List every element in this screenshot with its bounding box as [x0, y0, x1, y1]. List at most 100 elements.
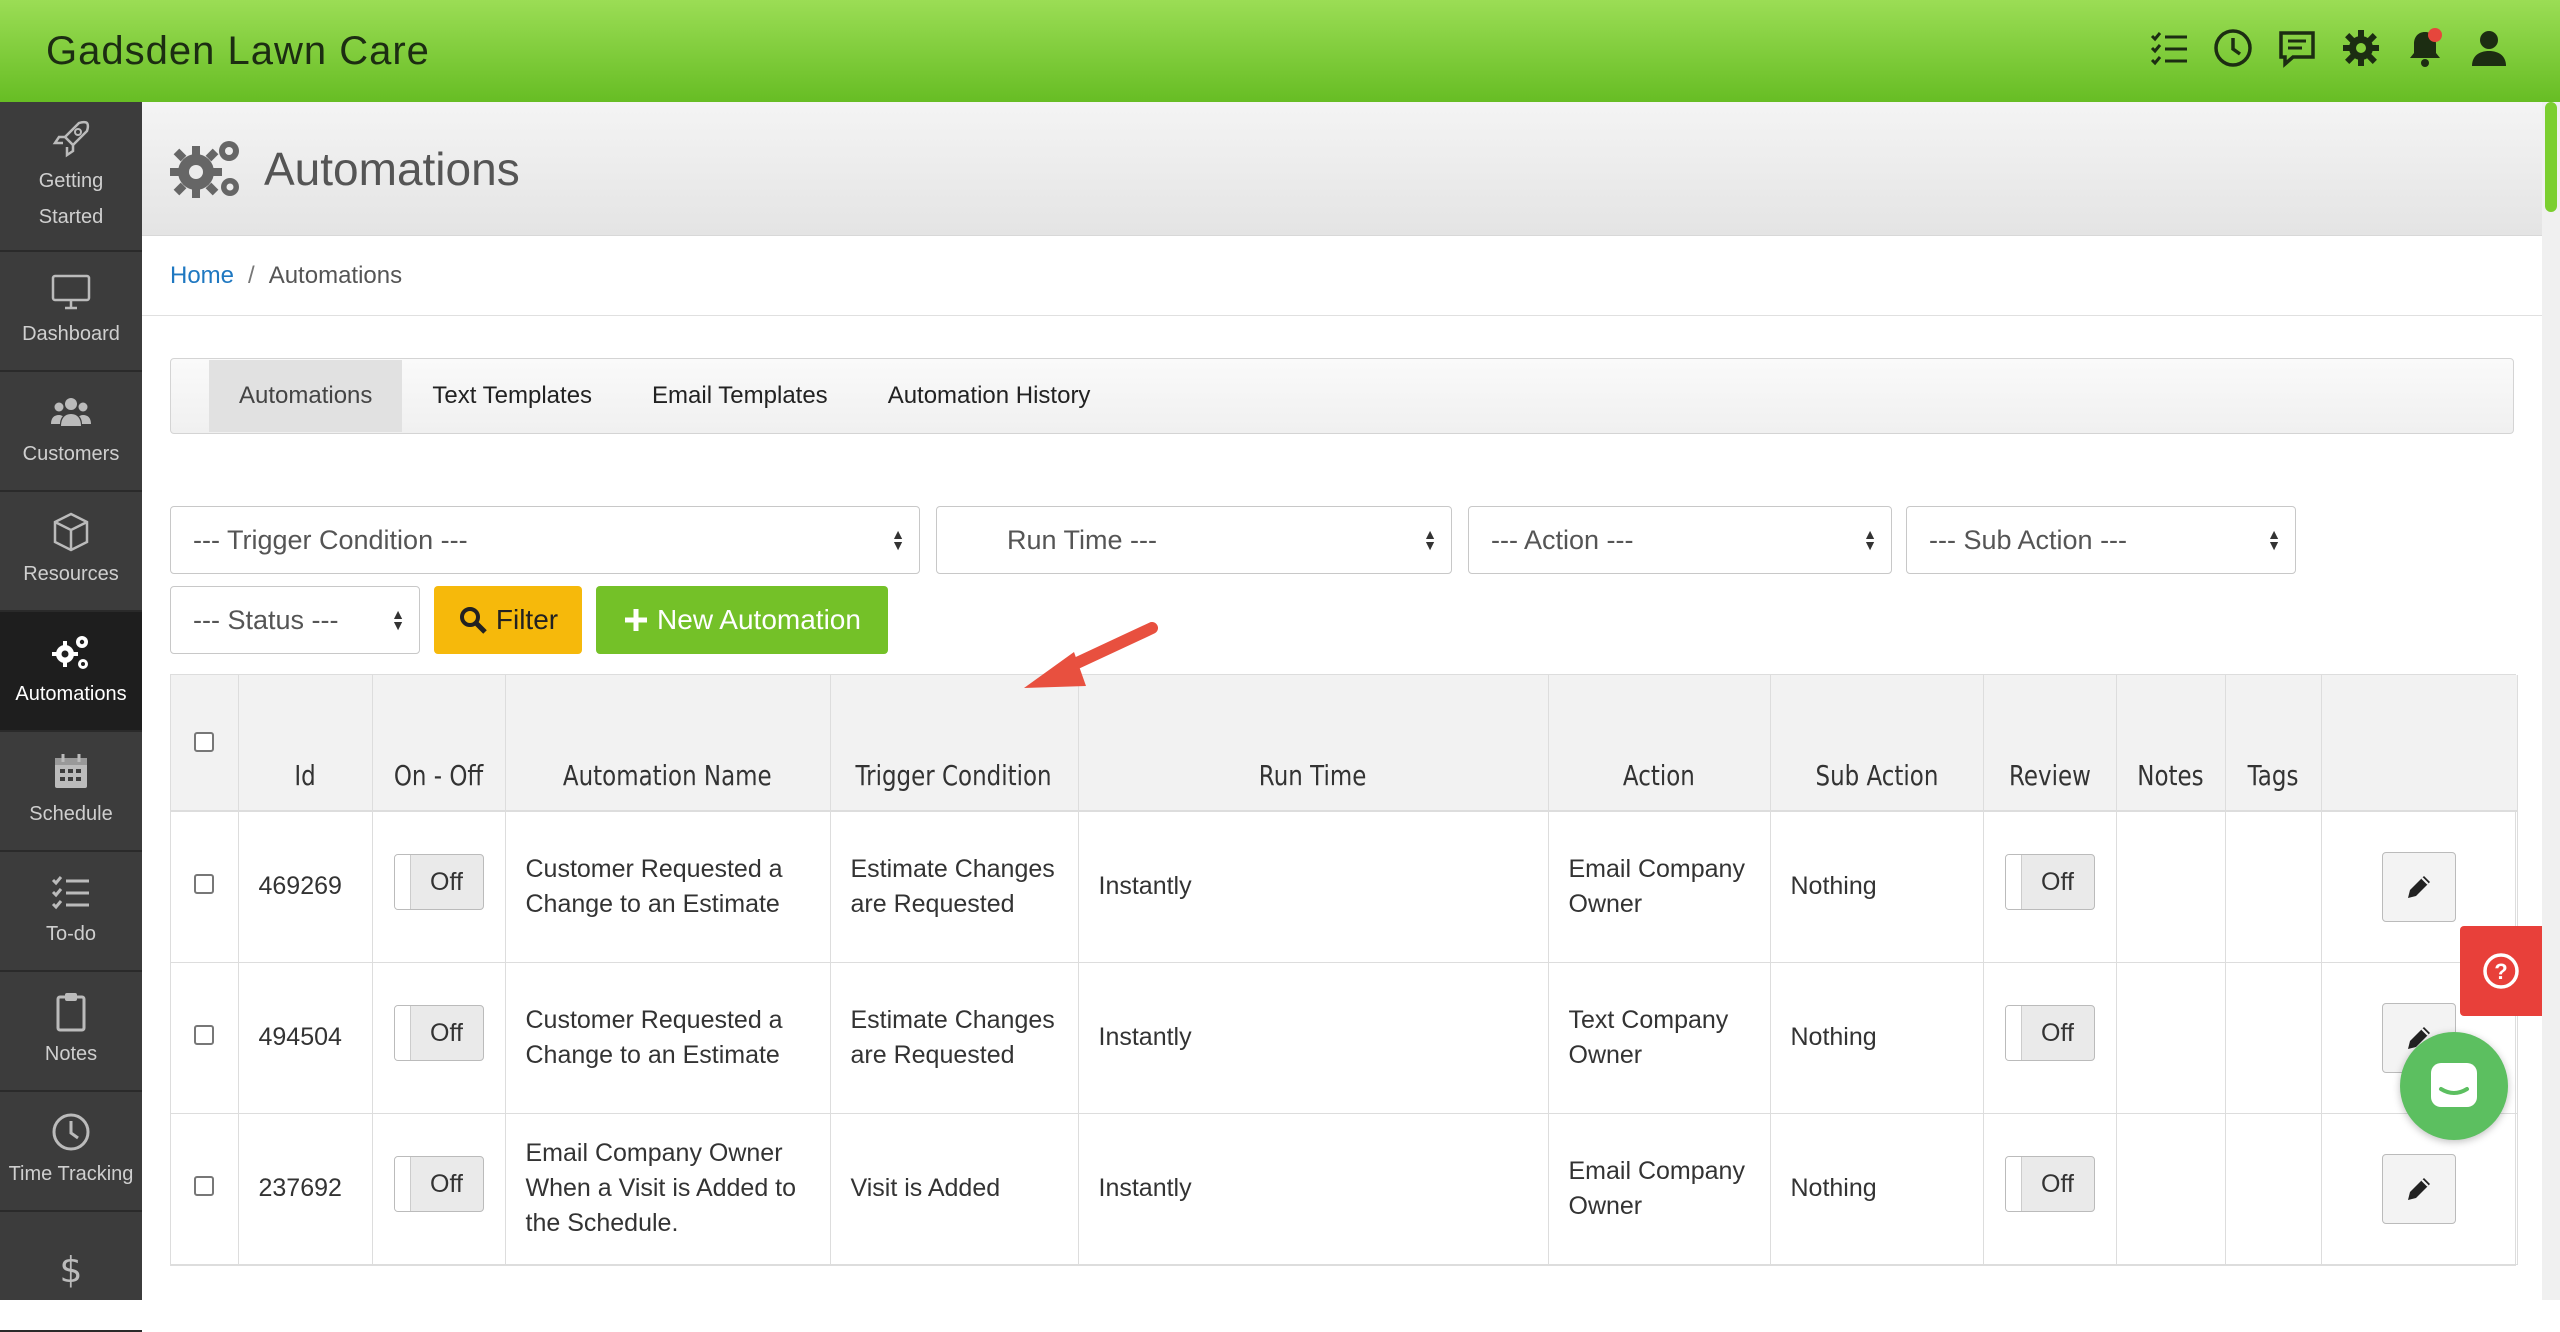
sidebar-item-getting-started[interactable]: Getting Started — [0, 102, 142, 252]
help-button[interactable]: ? — [2460, 926, 2542, 1016]
edit-button[interactable] — [2382, 851, 2456, 922]
new-automation-label: New Automation — [657, 604, 861, 635]
trigger-condition-select[interactable]: --- Trigger Condition --- ▲ ▼ — [170, 506, 920, 574]
sidebar-item-label: Time Tracking — [8, 1163, 134, 1185]
header-review[interactable]: Review — [1983, 675, 2117, 812]
header-automation-name[interactable]: Automation Name — [505, 675, 831, 812]
row-checkbox[interactable] — [194, 874, 215, 895]
header-id[interactable]: Id — [238, 675, 373, 812]
tab-email-templates[interactable]: Email Templates — [622, 360, 858, 432]
header-tags[interactable]: Tags — [2225, 675, 2322, 812]
trigger-condition-value: --- Trigger Condition --- — [193, 524, 468, 555]
breadcrumb-current: Automations — [268, 261, 403, 289]
select-all-checkbox[interactable] — [194, 732, 215, 752]
row-checkbox[interactable] — [194, 1176, 215, 1196]
sidebar-item-label: Automations — [15, 683, 127, 705]
cell-sub-action: Nothing — [1770, 962, 1984, 1114]
chat-icon[interactable] — [2276, 24, 2318, 72]
on-off-toggle[interactable]: Off — [393, 854, 484, 911]
chat-bubble-icon — [2431, 1063, 2477, 1107]
notification-dot — [2428, 28, 2442, 42]
sidebar-item-resources[interactable]: Resources — [0, 492, 142, 612]
cell-on-off: Off — [372, 962, 506, 1114]
plus-icon — [625, 609, 648, 631]
sidebar-item-time-tracking[interactable]: Time Tracking — [0, 1092, 142, 1212]
clock-icon[interactable] — [2212, 24, 2254, 72]
cell-notes — [2116, 811, 2226, 963]
header-sub-action[interactable]: Sub Action — [1770, 675, 1984, 812]
clock-icon — [52, 1113, 90, 1151]
cell-tags — [2225, 962, 2322, 1114]
review-toggle[interactable]: Off — [2004, 854, 2095, 911]
tab-automation-history[interactable]: Automation History — [858, 360, 1121, 432]
tab-automations[interactable]: Automations — [209, 360, 403, 432]
sidebar-item-schedule[interactable]: Schedule — [0, 732, 142, 852]
edit-button[interactable] — [2382, 1153, 2456, 1224]
cell-review: Off — [1983, 962, 2117, 1114]
row-select-cell — [171, 1113, 239, 1265]
row-checkbox[interactable] — [194, 1025, 215, 1045]
top-bar: Gadsden Lawn Care — [0, 0, 2560, 102]
sidebar: Getting Started Dashboard Customers Reso… — [0, 102, 142, 1332]
gears-icon — [52, 636, 88, 669]
bell-icon[interactable] — [2404, 24, 2446, 72]
sidebar-item-label: Resources — [23, 563, 119, 585]
header-edit — [2321, 675, 2518, 812]
on-off-toggle[interactable]: Off — [393, 1156, 484, 1212]
table-row: 469269 Off Customer Requested a Change t… — [171, 811, 2518, 963]
sidebar-item-notes[interactable]: Notes — [0, 972, 142, 1092]
filter-button-label: Filter — [495, 604, 559, 635]
checklist-icon[interactable] — [2148, 24, 2190, 72]
tab-text-templates[interactable]: Text Templates — [402, 360, 622, 432]
cell-run-time: Instantly — [1078, 811, 1549, 963]
select-arrows-icon: ▲ ▼ — [2267, 526, 2281, 553]
cell-trigger-condition: Estimate Changes are Requested — [830, 962, 1079, 1114]
status-value: --- Status --- — [193, 604, 339, 635]
header-notes[interactable]: Notes — [2116, 675, 2226, 812]
sidebar-item-billing[interactable]: $ — [0, 1212, 142, 1332]
review-toggle[interactable]: Off — [2004, 1005, 2095, 1061]
page-scrollbar[interactable] — [2542, 102, 2560, 1300]
cell-action: Email Company Owner — [1548, 811, 1771, 963]
rocket-icon — [52, 120, 90, 158]
header-action[interactable]: Action — [1548, 675, 1771, 812]
breadcrumb-home-link[interactable]: Home — [170, 262, 234, 290]
run-time-select[interactable]: Run Time --- ▲ ▼ — [936, 506, 1452, 574]
scrollbar-thumb[interactable] — [2545, 102, 2557, 212]
filter-button[interactable]: Filter — [434, 586, 582, 654]
review-toggle[interactable]: Off — [2004, 1156, 2095, 1212]
sidebar-item-label: Schedule — [29, 803, 113, 825]
cell-notes — [2116, 962, 2226, 1114]
cell-id: 494504 — [238, 962, 373, 1114]
tab-bar: Automations Text Templates Email Templat… — [170, 358, 2514, 434]
cell-automation-name: Customer Requested a Change to an Estima… — [505, 962, 831, 1114]
new-automation-button[interactable]: New Automation — [596, 586, 888, 654]
chat-widget-button[interactable] — [2400, 1032, 2508, 1140]
calendar-icon — [55, 754, 87, 788]
header-on-off[interactable]: On - Off — [372, 675, 506, 812]
monitor-icon — [51, 274, 91, 310]
select-all-cell — [171, 675, 239, 812]
sidebar-item-dashboard[interactable]: Dashboard — [0, 252, 142, 372]
gear-icon[interactable] — [2340, 24, 2382, 72]
users-icon — [51, 398, 91, 426]
user-icon[interactable] — [2468, 24, 2510, 72]
sidebar-item-todo[interactable]: To-do — [0, 852, 142, 972]
sidebar-item-customers[interactable]: Customers — [0, 372, 142, 492]
page-title: Automations — [264, 142, 520, 195]
sidebar-item-automations[interactable]: Automations — [0, 612, 142, 732]
select-arrows-icon: ▲ ▼ — [391, 606, 405, 633]
row-select-cell — [171, 962, 239, 1114]
sub-action-value: --- Sub Action --- — [1929, 524, 2128, 555]
cell-run-time: Instantly — [1078, 1113, 1549, 1265]
box-icon — [53, 512, 89, 552]
on-off-toggle[interactable]: Off — [393, 1005, 484, 1061]
cell-trigger-condition: Estimate Changes are Requested — [830, 811, 1079, 963]
action-select[interactable]: --- Action --- ▲ ▼ — [1468, 506, 1892, 574]
table-row: 494504 Off Customer Requested a Change t… — [171, 962, 2518, 1114]
status-select[interactable]: --- Status --- ▲ ▼ — [170, 586, 420, 654]
sidebar-item-label: Dashboard — [22, 323, 120, 345]
automations-table: Id On - Off Automation Name Trigger Cond… — [170, 674, 2518, 1266]
app-title: Gadsden Lawn Care — [46, 28, 430, 73]
sub-action-select[interactable]: --- Sub Action --- ▲ ▼ — [1906, 506, 2296, 574]
